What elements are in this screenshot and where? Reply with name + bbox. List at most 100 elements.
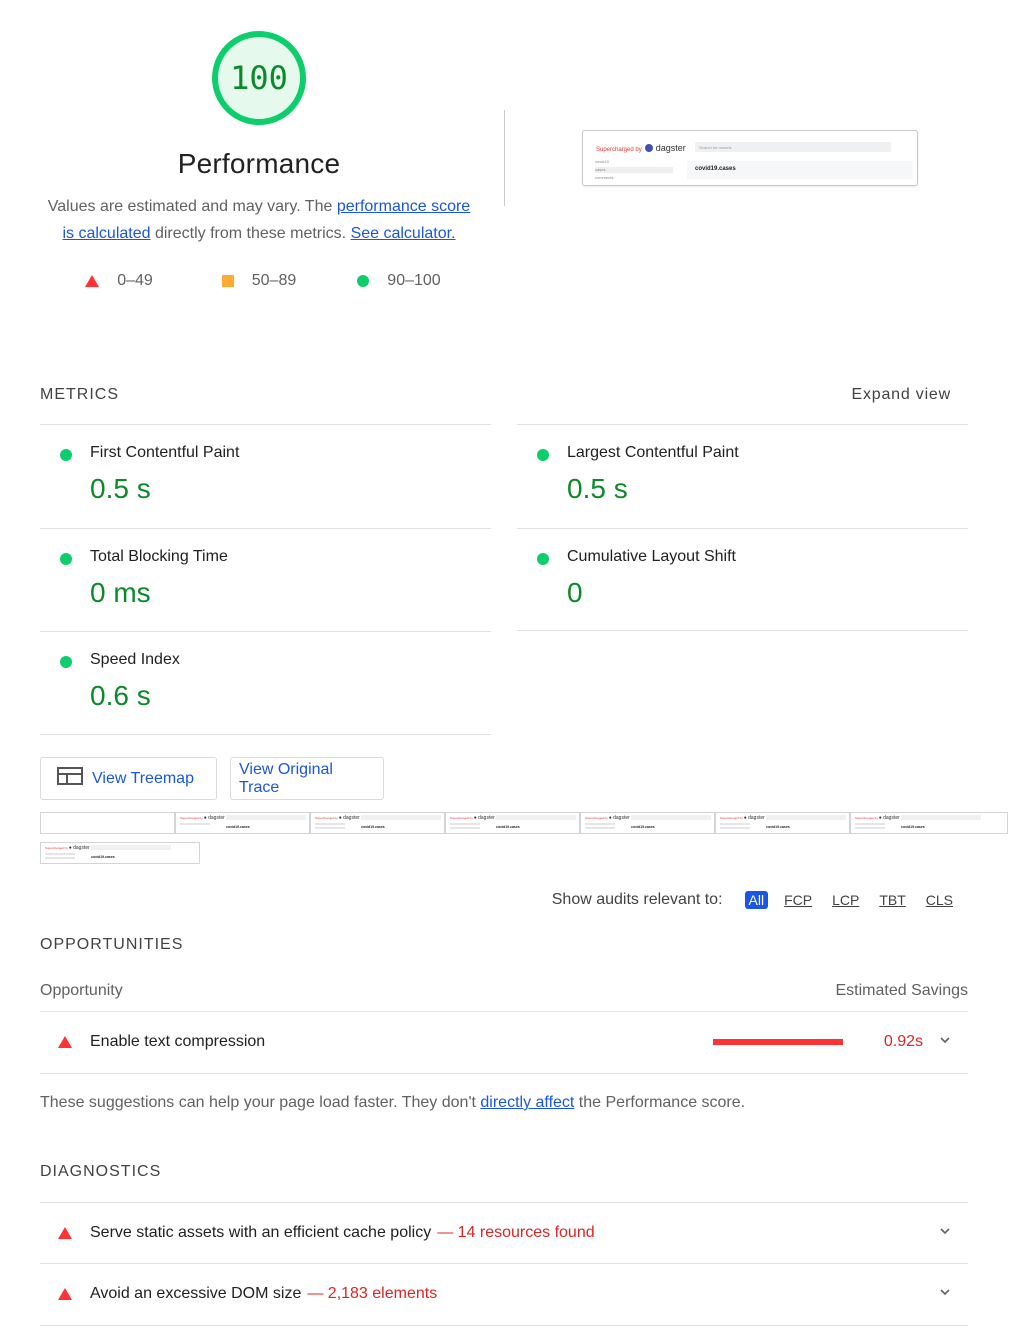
- audit-dom-size[interactable]: Avoid an excessive DOM size — 2,183 eleme…: [40, 1264, 968, 1326]
- chevron-down-icon[interactable]: [940, 1287, 950, 1297]
- metric-label: Speed Index: [90, 651, 180, 668]
- legend-pass: 90–100: [329, 272, 469, 290]
- metrics-title: Metrics: [40, 386, 119, 403]
- filmstrip-frame: Supercharged by ● dagster covid19.cases: [580, 812, 715, 834]
- filmstrip-frame: Supercharged by ● dagster covid19.cases: [715, 812, 850, 834]
- score-description: Values are estimated and may vary. The p…: [40, 193, 478, 247]
- metric-label: Cumulative Layout Shift: [567, 548, 736, 565]
- metric-value: 0.5 s: [90, 473, 151, 504]
- metric-value: 0.6 s: [90, 680, 151, 711]
- metric-value: 0.5 s: [567, 473, 628, 504]
- filmstrip-frame-blank: [40, 812, 175, 834]
- fail-triangle-icon: [58, 1036, 72, 1048]
- audit-detail: — 14 resources found: [437, 1224, 595, 1241]
- dagster-logo-icon: [644, 144, 653, 152]
- triangle-red-icon: [85, 275, 100, 287]
- metric-label: First Contentful Paint: [90, 444, 240, 461]
- filter-chip-lcp[interactable]: LCP: [828, 891, 863, 909]
- filmstrip-frame: Supercharged by ● dagster covid19.cases: [310, 812, 445, 834]
- legend-average: 50–89: [189, 272, 329, 290]
- screenshot-search: Search for models: [695, 142, 891, 152]
- desc-prefix: Values are estimated and may vary. The: [47, 198, 337, 215]
- metric-fcp: First Contentful Paint 0.5 s: [40, 424, 491, 528]
- screenshot-sidebar-item: comments: [595, 175, 614, 180]
- filter-chip-fcp[interactable]: FCP: [780, 891, 816, 909]
- view-trace-label: View Original Trace: [239, 760, 333, 796]
- desc-middle: directly from these metrics.: [150, 225, 351, 242]
- category-title: Performance: [177, 148, 341, 179]
- screenshot-row: covid19.cases: [687, 161, 913, 179]
- note-suffix: the Performance score.: [574, 1094, 746, 1111]
- fail-triangle-icon: [58, 1288, 72, 1300]
- savings-bar: [713, 1039, 843, 1045]
- filmstrip-frame: Supercharged by ● dagster covid19.cases: [175, 812, 310, 834]
- circle-green-icon: [357, 275, 370, 287]
- filter-label: Show audits relevant to:: [551, 891, 723, 908]
- chevron-down-icon[interactable]: [940, 1226, 950, 1236]
- audit-detail: — 2,183 elements: [307, 1285, 438, 1302]
- screenshot-brand-name: dagster: [655, 143, 686, 153]
- audit-text-compression[interactable]: Enable text compression 0.92s: [40, 1012, 968, 1074]
- metric-cls: Cumulative Layout Shift 0: [517, 528, 968, 631]
- pass-dot-icon: [60, 449, 72, 461]
- performance-gauge-section: 100 Performance Values are estimated and…: [40, 30, 478, 290]
- screenshot-brand-prefix: Supercharged by: [596, 147, 642, 153]
- screenshot-sidebar-item: covid19: [595, 159, 609, 164]
- final-screenshot[interactable]: Supercharged by dagster Search for models…: [582, 130, 918, 186]
- note-prefix: These suggestions can help your page loa…: [40, 1094, 481, 1111]
- score-value: 100: [230, 59, 288, 97]
- screenshot-sidebar-item: cases: [595, 167, 673, 173]
- audit-label: Serve static assets with an efficient ca…: [90, 1224, 595, 1242]
- pass-dot-icon: [60, 656, 72, 668]
- pass-dot-icon: [537, 553, 549, 565]
- opportunities-note: These suggestions can help your page loa…: [40, 1094, 745, 1112]
- savings-column-label: Estimated Savings: [835, 982, 968, 999]
- filter-chip-cls[interactable]: CLS: [922, 891, 957, 909]
- screenshot-sidebar: covid19 cases comments: [595, 159, 673, 183]
- pass-dot-icon: [60, 553, 72, 565]
- audit-label: Enable text compression: [90, 1033, 266, 1050]
- legend-fail: 0–49: [49, 272, 189, 290]
- metric-lcp: Largest Contentful Paint 0.5 s: [517, 424, 968, 528]
- audit-label: Avoid an excessive DOM size — 2,183 eleme…: [90, 1285, 437, 1303]
- metric-si: Speed Index 0.6 s: [40, 631, 491, 735]
- view-trace-button[interactable]: View Original Trace: [230, 757, 384, 800]
- legend-pass-range: 90–100: [387, 272, 441, 289]
- fail-triangle-icon: [58, 1227, 72, 1239]
- square-orange-icon: [221, 275, 234, 287]
- score-legend: 0–49 50–89 90–100: [40, 272, 478, 290]
- screenshot-row-title: covid19.cases: [695, 166, 736, 172]
- score-gauge: 100: [211, 30, 307, 126]
- diagnostics-title: Diagnostics: [40, 1163, 162, 1180]
- pass-dot-icon: [537, 449, 549, 461]
- filmstrip-frame: Supercharged by ● dagster covid19.cases: [40, 842, 200, 864]
- opportunity-column-label: Opportunity: [40, 982, 123, 999]
- savings-value: 0.92s: [883, 1033, 923, 1050]
- view-treemap-button[interactable]: View Treemap: [40, 757, 217, 800]
- chevron-down-icon[interactable]: [940, 1035, 950, 1045]
- view-treemap-label: View Treemap: [92, 769, 194, 787]
- legend-average-range: 50–89: [251, 272, 297, 289]
- opportunities-title: Opportunities: [40, 936, 184, 953]
- expand-view-toggle[interactable]: Expand view: [851, 386, 951, 404]
- audit-title: Avoid an excessive DOM size: [90, 1285, 302, 1302]
- treemap-icon: [57, 767, 83, 790]
- filter-chip-tbt[interactable]: TBT: [875, 891, 909, 909]
- see-calculator-link[interactable]: See calculator.: [351, 225, 456, 242]
- audit-title: Serve static assets with an efficient ca…: [90, 1224, 432, 1241]
- metric-tbt: Total Blocking Time 0 ms: [40, 528, 491, 632]
- header-divider: [504, 110, 505, 206]
- opportunities-header: Opportunity Estimated Savings: [40, 982, 968, 1012]
- filmstrip-frame: Supercharged by ● dagster covid19.cases: [850, 812, 1008, 834]
- directly-affect-link[interactable]: directly affect: [480, 1094, 574, 1111]
- audit-filter: Show audits relevant to: All FCP LCP TBT…: [552, 891, 963, 909]
- screenshot-brand: Supercharged by dagster: [596, 143, 686, 153]
- metric-value: 0 ms: [90, 577, 151, 608]
- filter-chip-all[interactable]: All: [744, 891, 769, 909]
- metric-value: 0: [567, 577, 583, 608]
- legend-fail-range: 0–49: [117, 272, 153, 289]
- filmstrip-frame: Supercharged by ● dagster covid19.cases: [445, 812, 580, 834]
- metric-label: Largest Contentful Paint: [567, 444, 739, 461]
- audit-cache-policy[interactable]: Serve static assets with an efficient ca…: [40, 1202, 968, 1264]
- metric-label: Total Blocking Time: [90, 548, 228, 565]
